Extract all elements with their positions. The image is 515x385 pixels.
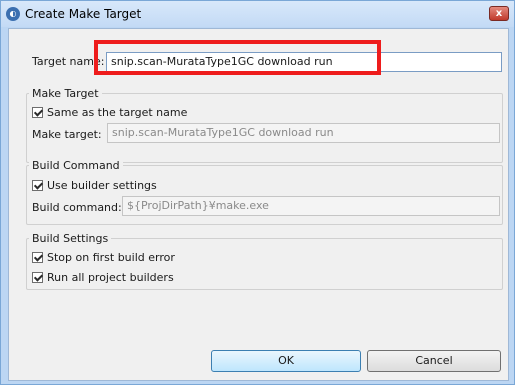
checkbox-checked-icon [32, 272, 43, 283]
highlight-annotation-box [94, 40, 381, 75]
build-command-label: Build command: [32, 201, 122, 214]
use-builder-settings-label: Use builder settings [47, 179, 157, 192]
checkbox-checked-icon [32, 180, 43, 191]
same-as-target-checkbox[interactable]: Same as the target name [32, 106, 187, 119]
dialog-body: Target name: snip.scan-MurataType1GC dow… [8, 28, 509, 381]
title-bar: ◐ Create Make Target x [1, 1, 514, 27]
build-command-input[interactable]: ${ProjDirPath}¥make.exe [122, 196, 500, 216]
use-builder-settings-checkbox[interactable]: Use builder settings [32, 179, 157, 192]
stop-on-first-error-checkbox[interactable]: Stop on first build error [32, 251, 175, 264]
eclipse-icon: ◐ [6, 7, 20, 21]
make-target-group-title: Make Target [29, 87, 102, 100]
checkbox-checked-icon [32, 252, 43, 263]
checkbox-checked-icon [32, 107, 43, 118]
build-settings-group-title: Build Settings [29, 232, 112, 245]
close-button[interactable]: x [489, 6, 509, 21]
create-make-target-dialog: ◐ Create Make Target x Target name: snip… [0, 0, 515, 385]
cancel-button[interactable]: Cancel [367, 350, 501, 372]
make-target-label: Make target: [32, 128, 102, 141]
run-all-builders-checkbox[interactable]: Run all project builders [32, 271, 174, 284]
build-command-group-title: Build Command [29, 159, 123, 172]
same-as-target-label: Same as the target name [47, 106, 188, 119]
dialog-title: Create Make Target [25, 7, 142, 21]
stop-on-first-error-label: Stop on first build error [47, 251, 175, 264]
run-all-builders-label: Run all project builders [47, 271, 174, 284]
ok-button[interactable]: OK [211, 350, 361, 372]
make-target-input[interactable]: snip.scan-MurataType1GC download run [107, 123, 500, 143]
build-command-group [26, 165, 503, 225]
